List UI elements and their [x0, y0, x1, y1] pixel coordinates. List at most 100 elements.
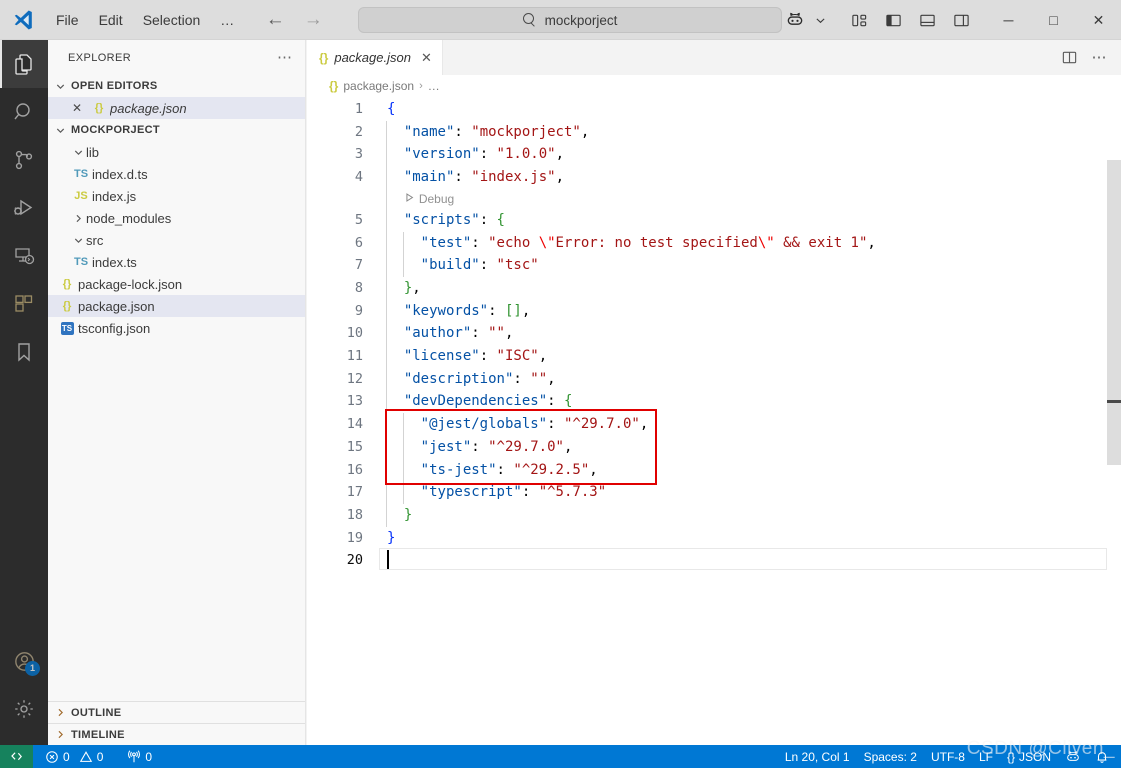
manage-settings-button[interactable] — [0, 685, 48, 733]
line-content: "scripts": { — [404, 209, 505, 232]
code-line[interactable]: 16 "ts-jest": "^29.2.5", — [307, 459, 1121, 482]
line-number: 10 — [346, 325, 363, 342]
menu-selection[interactable]: Selection — [133, 8, 211, 32]
code-token: , — [639, 416, 649, 433]
section-outline[interactable]: OUTLINE — [48, 701, 305, 723]
tree-item-package-json[interactable]: {} package.json — [48, 295, 305, 317]
code-line[interactable]: 7 "build": "tsc" — [307, 254, 1121, 277]
code-line[interactable]: 3 "version": "1.0.0", — [307, 143, 1121, 166]
status-problems[interactable]: 0 0 — [33, 745, 110, 768]
code-token: "version" — [403, 146, 480, 163]
sidebar-title: EXPLORER — [68, 51, 132, 64]
line-number: 13 — [346, 393, 363, 410]
sidebar-item-bookmarks[interactable] — [0, 328, 48, 376]
close-icon[interactable]: ✕ — [421, 50, 432, 66]
close-icon[interactable]: ✕ — [66, 101, 88, 115]
code-line[interactable]: 14 "@jest/globals": "^29.7.0", — [307, 413, 1121, 436]
code-line[interactable]: 19} — [307, 527, 1121, 550]
status-cursor-position[interactable]: Ln 20, Col 1 — [778, 745, 857, 768]
chevron-right-icon — [70, 213, 86, 224]
chevron-down-icon[interactable] — [812, 0, 828, 40]
window-close-button[interactable]: ✕ — [1076, 0, 1121, 40]
code-line[interactable]: 8}, — [307, 277, 1121, 300]
tree-item-package-lock-json[interactable]: {} package-lock.json — [48, 273, 305, 295]
code-line[interactable]: 9 "keywords": [], — [307, 300, 1121, 323]
code-token: : — [471, 234, 489, 251]
code-line[interactable]: 15 "jest": "^29.7.0", — [307, 436, 1121, 459]
editor-vertical-scrollbar[interactable] — [1107, 160, 1121, 465]
remote-window-icon[interactable] — [0, 745, 33, 768]
title-bar: File Edit Selection … ← → mockporject ─ … — [0, 0, 1121, 40]
tree-item-src[interactable]: src — [48, 229, 305, 251]
line-number: 4 — [354, 169, 363, 186]
tree-item-index-ts[interactable]: TS index.ts — [48, 251, 305, 273]
sidebar-item-extensions[interactable] — [0, 280, 48, 328]
code-line[interactable]: 5 "scripts": { — [307, 209, 1121, 232]
tree-item-label: lib — [86, 144, 100, 160]
status-language-mode[interactable]: {} JSON — [1000, 745, 1058, 768]
command-center-search[interactable]: mockporject — [358, 7, 782, 33]
section-project[interactable]: MOCKPORJECT — [48, 119, 305, 141]
sidebar-item-source-control[interactable] — [0, 136, 48, 184]
open-editor-item[interactable]: ✕ {} package.json — [48, 97, 305, 119]
arrow-right-icon[interactable]: → — [302, 10, 324, 29]
tree-item-lib[interactable]: lib — [48, 141, 305, 163]
copilot-icon[interactable] — [778, 0, 812, 40]
accounts-button[interactable]: 1 — [0, 637, 48, 685]
toggle-secondary-sidebar-icon[interactable] — [944, 0, 978, 40]
chevron-right-icon — [52, 707, 68, 718]
sidebar-item-search[interactable] — [0, 88, 48, 136]
code-token: "description" — [403, 370, 514, 387]
section-timeline[interactable]: TIMELINE — [48, 723, 305, 745]
split-editor-icon[interactable] — [1055, 40, 1083, 75]
code-line[interactable]: 4 "main": "index.js", — [307, 166, 1121, 189]
tree-item-index-d-ts[interactable]: TS index.d.ts — [48, 163, 305, 185]
window-maximize-button[interactable]: □ — [1031, 0, 1076, 40]
code-line[interactable]: 13 "devDependencies": { — [307, 390, 1121, 413]
code-line[interactable]: 12 "description": "", — [307, 368, 1121, 391]
code-token: "license" — [403, 348, 480, 364]
codelens-debug[interactable]: Debug — [404, 189, 454, 209]
sidebar-item-run-and-debug[interactable] — [0, 184, 48, 232]
tab-package-json[interactable]: {} package.json ✕ — [307, 40, 443, 75]
breadcrumb-file[interactable]: package.json — [343, 79, 414, 93]
tree-item-index-js[interactable]: JS index.js — [48, 185, 305, 207]
tree-item-node-modules[interactable]: node_modules — [48, 207, 305, 229]
menu-edit[interactable]: Edit — [89, 8, 133, 32]
code-line[interactable]: 17 "typescript": "^5.7.3" — [307, 481, 1121, 504]
code-line[interactable]: 6 "test": "echo \"Error: no test specifie… — [307, 232, 1121, 255]
more-actions-icon[interactable]: ⋯ — [1085, 40, 1113, 75]
status-encoding[interactable]: UTF-8 — [924, 745, 972, 768]
menu-more[interactable]: … — [210, 8, 244, 32]
menu-file[interactable]: File — [46, 8, 89, 32]
section-open-editors[interactable]: OPEN EDITORS — [48, 75, 305, 97]
code-line[interactable]: 1{ — [307, 98, 1121, 121]
line-content: "author": "", — [404, 322, 514, 345]
customize-layout-icon[interactable] — [842, 0, 876, 40]
arrow-left-icon[interactable]: ← — [264, 10, 286, 29]
status-indentation[interactable]: Spaces: 2 — [857, 745, 924, 768]
tree-item-tsconfig-json[interactable]: TS tsconfig.json — [48, 317, 305, 339]
sidebar-item-remote-explorer[interactable] — [0, 232, 48, 280]
code-line[interactable]: 10 "author": "", — [307, 322, 1121, 345]
code-token: [] — [504, 302, 522, 319]
code-token: "ts-jest" — [420, 461, 497, 478]
code-token: : — [454, 169, 472, 186]
status-eol[interactable]: LF — [972, 745, 1000, 768]
code-line[interactable]: 2 "name": "mockporject", — [307, 121, 1121, 144]
code-editor[interactable]: 1{2 "name": "mockporject", 3 "version": "1.… — [307, 97, 1121, 745]
ellipsis-icon[interactable]: ⋯ — [277, 50, 293, 65]
breadcrumb-tail[interactable]: … — [428, 79, 440, 93]
titlebar-right-controls: ─ □ ✕ — [778, 0, 1121, 40]
status-ports[interactable]: 0 — [120, 745, 159, 768]
toggle-primary-sidebar-icon[interactable] — [876, 0, 910, 40]
menu-bar: File Edit Selection … — [46, 8, 244, 32]
toggle-panel-icon[interactable] — [910, 0, 944, 40]
status-copilot-icon[interactable] — [1058, 745, 1088, 768]
status-notifications-bell-icon[interactable] — [1088, 745, 1121, 768]
code-line[interactable]: 11 "license": "ISC", — [307, 345, 1121, 368]
window-minimize-button[interactable]: ─ — [986, 0, 1031, 40]
code-line[interactable]: 18} — [307, 504, 1121, 527]
sidebar-item-explorer[interactable] — [0, 40, 48, 88]
line-number: 15 — [346, 438, 363, 455]
